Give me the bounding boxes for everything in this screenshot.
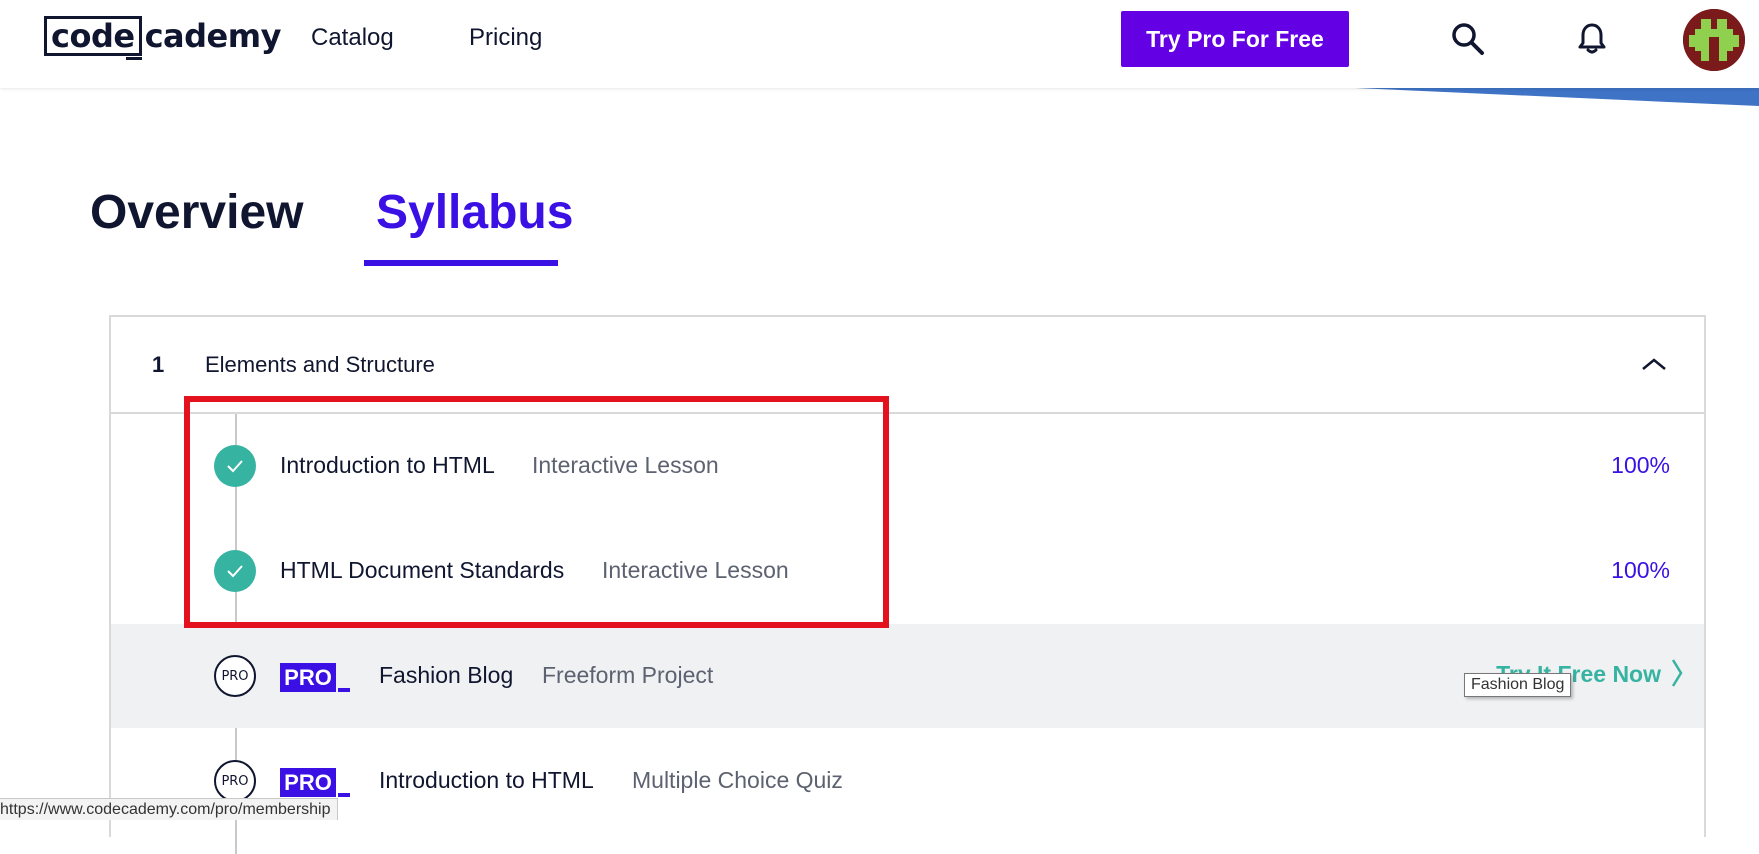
codecademy-logo[interactable]: code cademy [44,16,282,60]
pro-marker-icon: PRO [214,655,256,697]
user-avatar[interactable] [1683,9,1745,71]
highlight-annotation-box [184,396,889,628]
lesson-row[interactable]: PRO PRO Introduction to HTML Multiple Ch… [111,729,1704,833]
pro-badge: PRO [280,663,350,692]
lesson-title[interactable]: Introduction to HTML [379,767,594,794]
browser-status-url: https://www.codecademy.com/pro/membershi… [0,798,338,820]
chevron-right-icon[interactable] [1670,658,1684,693]
logo-cademy-part: cademy [144,17,282,55]
decorative-stripe [1355,88,1759,106]
lesson-type: Freeform Project [542,662,714,688]
search-icon[interactable] [1451,22,1485,61]
nav-pricing-link[interactable]: Pricing [469,24,542,52]
lesson-row[interactable]: PRO PRO Fashion Blog Freeform Project Tr… [111,624,1704,728]
lesson-type: Multiple Choice Quiz [632,767,843,793]
tooltip: Fashion Blog [1464,673,1572,697]
lesson-title[interactable]: Fashion Blog [379,662,513,689]
pro-badge: PRO [280,768,350,797]
try-pro-button[interactable]: Try Pro For Free [1121,11,1349,67]
top-nav: code cademy Catalog Pricing Try Pro For F… [0,0,1759,88]
logo-code-part: code [44,16,142,56]
lesson-progress: 100% [1611,452,1670,478]
active-tab-indicator [364,260,558,266]
pro-badge-label: PRO [280,663,336,692]
tab-syllabus[interactable]: Syllabus [376,185,573,240]
bell-icon[interactable] [1578,22,1606,59]
module-title: Elements and Structure [205,352,435,377]
chevron-up-icon[interactable] [1641,357,1667,376]
pro-badge-label: PRO [280,768,336,797]
pro-marker-icon: PRO [214,760,256,802]
logo-cursor [126,57,142,60]
lesson-progress: 100% [1611,557,1670,583]
module-number: 1 [152,352,165,377]
tab-overview[interactable]: Overview [90,185,303,240]
nav-catalog-link[interactable]: Catalog [311,24,394,52]
